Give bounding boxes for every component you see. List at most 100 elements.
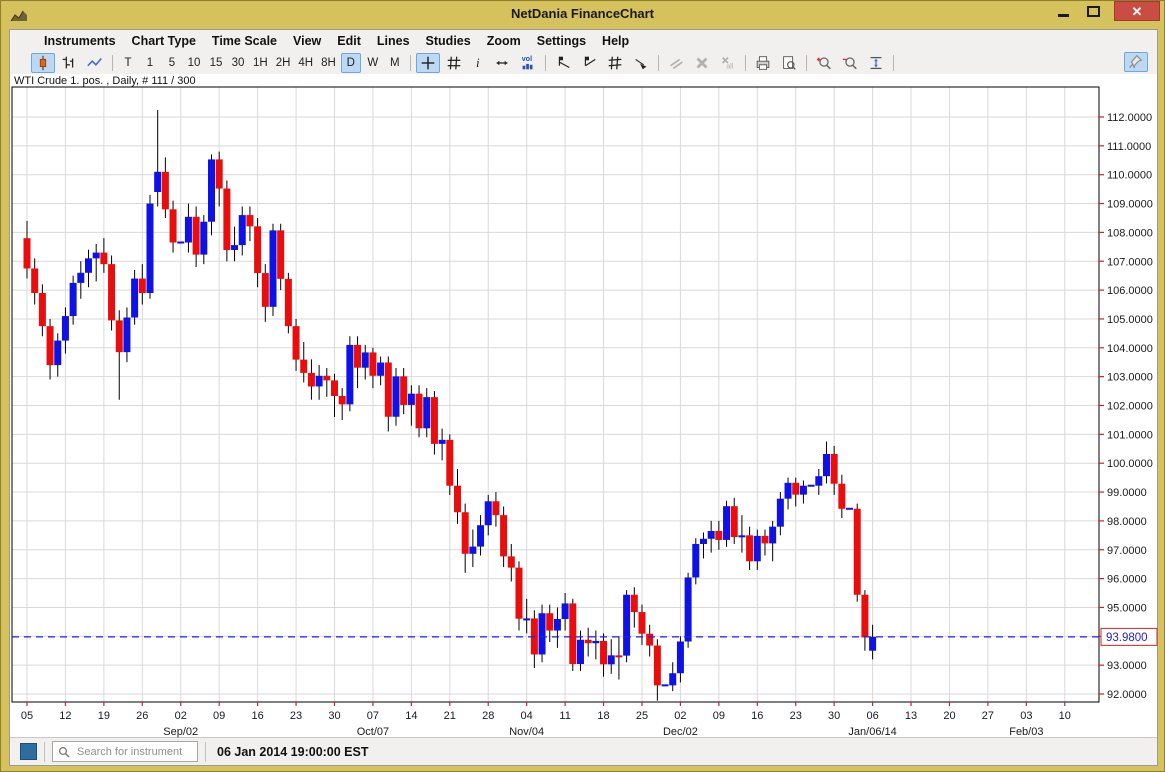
chart-plot[interactable]: 92.000093.000094.000095.000096.000097.00…	[10, 74, 1159, 739]
svg-text:97.0000: 97.0000	[1107, 545, 1147, 557]
maximize-button[interactable]	[1080, 1, 1106, 21]
timescale-10m-button-label: 10	[188, 57, 201, 69]
trendline-down-button[interactable]	[551, 53, 575, 73]
crosshair-button[interactable]	[416, 53, 440, 73]
svg-text:10: 10	[1059, 710, 1071, 722]
pin-chart-button[interactable]	[1124, 52, 1148, 72]
svg-text:16: 16	[251, 710, 263, 722]
fitv-icon	[867, 54, 885, 72]
candles-icon	[34, 54, 52, 72]
close-button[interactable]: ✕	[1114, 1, 1160, 21]
info-button[interactable]: i	[468, 53, 488, 73]
zoomout-icon	[841, 54, 859, 72]
zoom-out-button[interactable]	[838, 53, 862, 73]
volume-button[interactable]: vol	[516, 53, 540, 73]
fit-vertical-button[interactable]	[864, 53, 888, 73]
grid-icon	[445, 54, 463, 72]
svg-text:18: 18	[597, 710, 609, 722]
close-icon: ✕	[1132, 5, 1143, 18]
statusbar-divider	[44, 742, 45, 762]
parallel-channel-button[interactable]	[603, 53, 627, 73]
menu-item-help[interactable]: Help	[594, 32, 637, 50]
grid-button[interactable]	[442, 53, 466, 73]
trendline-up-button[interactable]	[577, 53, 601, 73]
svg-text:108.0000: 108.0000	[1107, 227, 1153, 239]
svg-text:12: 12	[59, 710, 71, 722]
title-bar: NetDania FinanceChart ✕	[1, 1, 1164, 29]
svg-text:02: 02	[175, 710, 187, 722]
deleteall-icon: all	[719, 54, 737, 72]
timescale-5m-button[interactable]: 5	[162, 53, 182, 73]
svg-text:09: 09	[213, 710, 225, 722]
svg-text:104.0000: 104.0000	[1107, 343, 1153, 355]
timescale-30m-button-label: 30	[232, 57, 245, 69]
timescale-30m-button[interactable]: 30	[228, 53, 248, 73]
svg-text:93.0000: 93.0000	[1107, 660, 1147, 672]
svg-text:98.0000: 98.0000	[1107, 516, 1147, 528]
print-button[interactable]	[751, 53, 775, 73]
search-box[interactable]	[52, 741, 198, 762]
timescale-8h-button[interactable]: 8H	[318, 53, 339, 73]
svg-text:09: 09	[713, 710, 725, 722]
print-preview-button[interactable]	[777, 53, 801, 73]
svg-text:19: 19	[98, 710, 110, 722]
preview-icon	[780, 54, 798, 72]
menu-item-studies[interactable]: Studies	[418, 32, 479, 50]
channel-icon	[606, 54, 624, 72]
menu-item-view[interactable]: View	[285, 32, 329, 50]
svg-text:101.0000: 101.0000	[1107, 429, 1153, 441]
minimize-button[interactable]	[1050, 1, 1076, 21]
candlestick-chart-button[interactable]	[31, 53, 55, 73]
menu-item-time-scale[interactable]: Time Scale	[204, 32, 285, 50]
svg-text:Sep/02: Sep/02	[163, 726, 198, 738]
svg-text:106.0000: 106.0000	[1107, 285, 1153, 297]
timescale-tick-button[interactable]: T	[118, 53, 138, 73]
timescale-daily-button[interactable]: D	[341, 53, 361, 73]
menu-item-lines[interactable]: Lines	[369, 32, 418, 50]
timescale-monthly-button[interactable]: M	[385, 53, 405, 73]
delete-line-button	[690, 53, 714, 73]
timescale-daily-button-label: D	[347, 57, 355, 69]
svg-text:111.0000: 111.0000	[1107, 141, 1151, 153]
toolbar-separator	[806, 55, 807, 71]
toolbar-separator	[545, 55, 546, 71]
menu-item-zoom[interactable]: Zoom	[479, 32, 529, 50]
svg-text:Nov/04: Nov/04	[509, 726, 544, 738]
app-window: NetDania FinanceChart ✕ InstrumentsChart…	[0, 0, 1165, 772]
menu-item-chart-type[interactable]: Chart Type	[124, 32, 204, 50]
window-content: InstrumentsChart TypeTime ScaleViewEditL…	[9, 29, 1158, 766]
timescale-1m-button-label: 1	[147, 57, 153, 69]
timescale-4h-button-label: 4H	[298, 57, 313, 69]
menu-item-instruments[interactable]: Instruments	[36, 32, 124, 50]
timescale-1h-button[interactable]: 1H	[250, 53, 271, 73]
menu-bar: InstrumentsChart TypeTime ScaleViewEditL…	[10, 30, 1157, 51]
trendup-icon	[580, 54, 598, 72]
svg-text:04: 04	[521, 710, 533, 722]
print-icon	[754, 54, 772, 72]
svg-text:vol: vol	[522, 54, 532, 63]
toolbar-separator	[112, 55, 113, 71]
timescale-weekly-button[interactable]: W	[363, 53, 383, 73]
svg-text:11: 11	[559, 710, 570, 722]
ohlc-bar-chart-button[interactable]	[57, 53, 81, 73]
search-input[interactable]	[75, 745, 185, 759]
svg-text:Dec/02: Dec/02	[663, 726, 698, 738]
horizontal-scroll-button[interactable]	[490, 53, 514, 73]
svg-text:95.0000: 95.0000	[1107, 602, 1147, 614]
menu-item-edit[interactable]: Edit	[329, 32, 369, 50]
zoom-in-button[interactable]	[812, 53, 836, 73]
line-chart-button[interactable]	[83, 53, 107, 73]
trenddown-icon	[554, 54, 572, 72]
timescale-15m-button[interactable]: 15	[206, 53, 226, 73]
svg-text:13: 13	[905, 710, 917, 722]
bars-icon	[60, 54, 78, 72]
timescale-2h-button[interactable]: 2H	[273, 53, 294, 73]
timescale-4h-button[interactable]: 4H	[295, 53, 316, 73]
menu-item-settings[interactable]: Settings	[529, 32, 594, 50]
timescale-1m-button[interactable]: 1	[140, 53, 160, 73]
timescale-10m-button[interactable]: 10	[184, 53, 204, 73]
parallel-icon	[667, 54, 685, 72]
svg-text:100.0000: 100.0000	[1107, 458, 1153, 470]
instrument-color-swatch[interactable]	[20, 743, 37, 760]
pointer-arrow-button[interactable]	[629, 53, 653, 73]
